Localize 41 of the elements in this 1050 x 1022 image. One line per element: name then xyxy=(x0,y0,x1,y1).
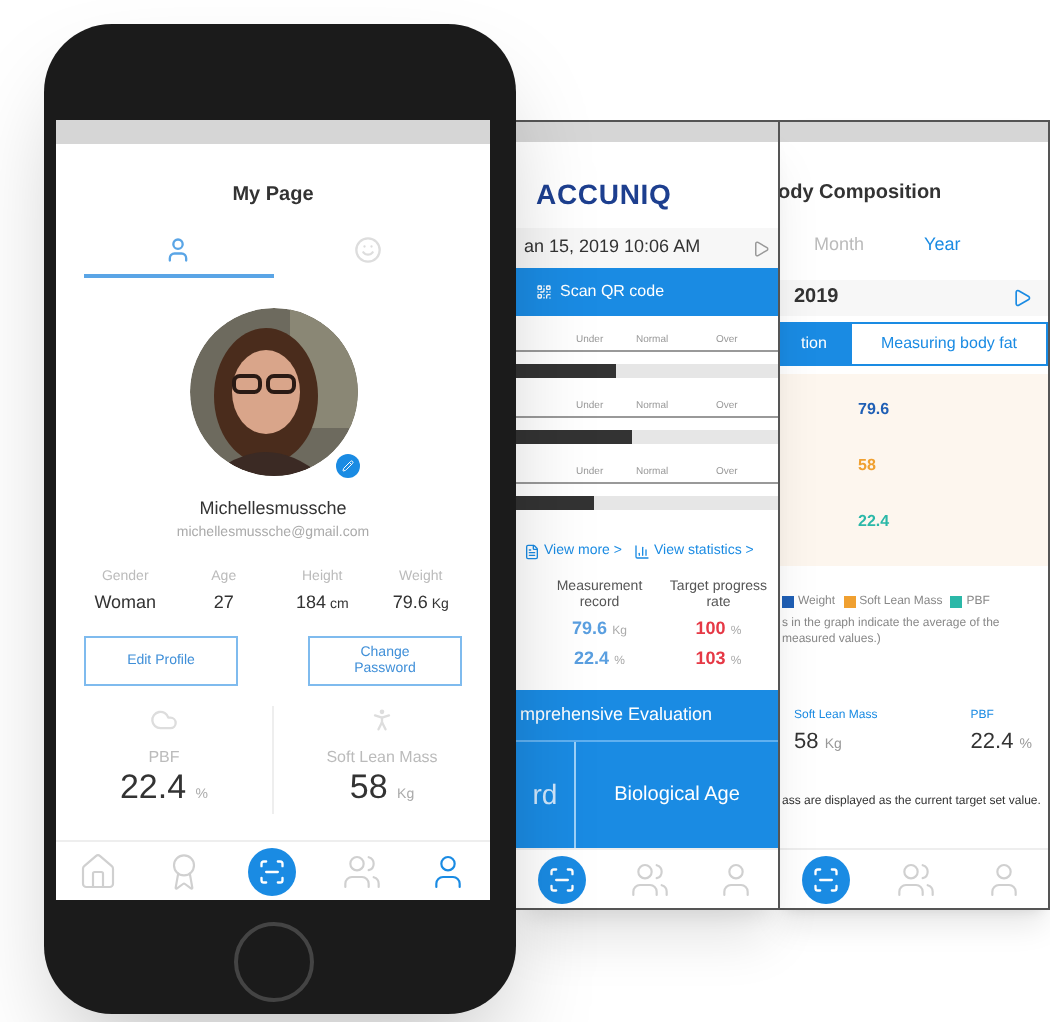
chart-label: 79.6 xyxy=(858,397,890,421)
bar-chart-icon xyxy=(633,544,650,561)
qr-code-icon xyxy=(536,284,552,300)
panel-title: mprehensive Evaluation xyxy=(518,701,715,728)
stat-value: 27 xyxy=(211,589,236,615)
chart-label: 22.4 xyxy=(858,509,890,533)
screen-title: My Page xyxy=(232,182,314,210)
scan-qr-banner[interactable]: Scan QR code xyxy=(516,268,778,316)
scan-button[interactable] xyxy=(538,855,587,903)
document-icon xyxy=(524,544,540,561)
chart-label: 58 xyxy=(858,453,876,477)
period-tab[interactable]: Month xyxy=(814,232,865,259)
date-label: an 15, 2019 10:06 AM xyxy=(524,234,701,261)
scan-icon xyxy=(258,857,287,885)
stat-value: Woman xyxy=(92,589,159,615)
scan-button[interactable] xyxy=(801,855,850,903)
home-tab[interactable] xyxy=(78,851,119,891)
user-icon xyxy=(164,236,193,264)
year-label: 2019 xyxy=(794,284,839,312)
next-icon[interactable] xyxy=(752,239,770,257)
logo: ACCUNIQ xyxy=(536,176,674,214)
scan-icon xyxy=(548,865,577,893)
segment-tab[interactable]: Measuring body fat xyxy=(850,321,1048,365)
people-tab[interactable] xyxy=(896,859,937,899)
metric-label: PBF xyxy=(148,746,180,770)
period-tab[interactable]: Year xyxy=(924,232,961,259)
figure-icon xyxy=(368,706,396,734)
people-tab[interactable] xyxy=(630,859,671,899)
edit-photo-icon[interactable] xyxy=(335,454,359,478)
profile-name: Michellesmussche xyxy=(199,496,347,522)
scan-button[interactable] xyxy=(248,847,297,895)
home-button[interactable] xyxy=(234,922,314,1002)
screen-title: ody Composition xyxy=(778,180,944,208)
segment-tab[interactable]: tion xyxy=(778,321,850,365)
scan-icon xyxy=(811,865,840,893)
smiley-icon xyxy=(353,236,382,264)
cloud-icon xyxy=(150,706,178,734)
metric-label: Soft Lean Mass xyxy=(326,746,438,770)
next-icon[interactable] xyxy=(1012,287,1032,307)
evaluation-tab[interactable]: Biological Age xyxy=(576,742,778,848)
people-tab[interactable] xyxy=(342,851,383,891)
